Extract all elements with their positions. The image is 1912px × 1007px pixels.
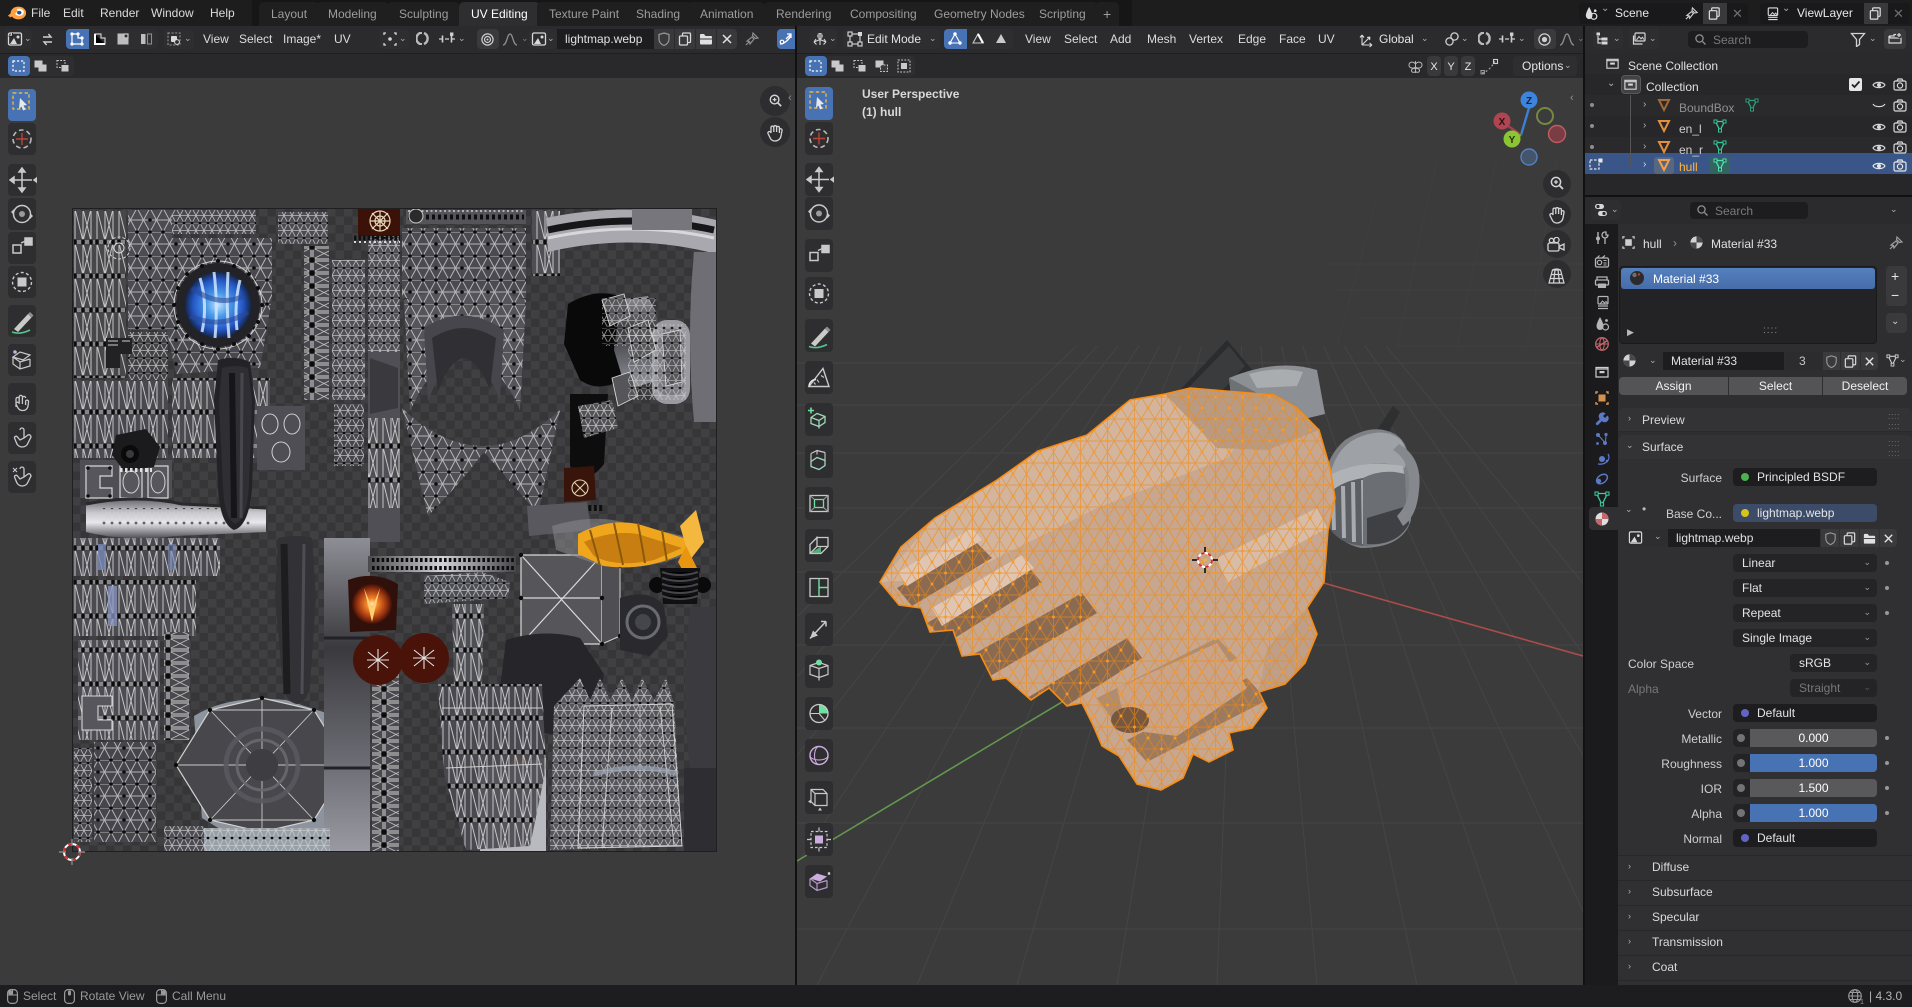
svg-text:Z: Z bbox=[1526, 96, 1532, 107]
svg-text:Y: Y bbox=[1509, 135, 1516, 146]
svg-text:X: X bbox=[1499, 117, 1506, 128]
svg-text:1: 1 bbox=[1860, 999, 1864, 1005]
